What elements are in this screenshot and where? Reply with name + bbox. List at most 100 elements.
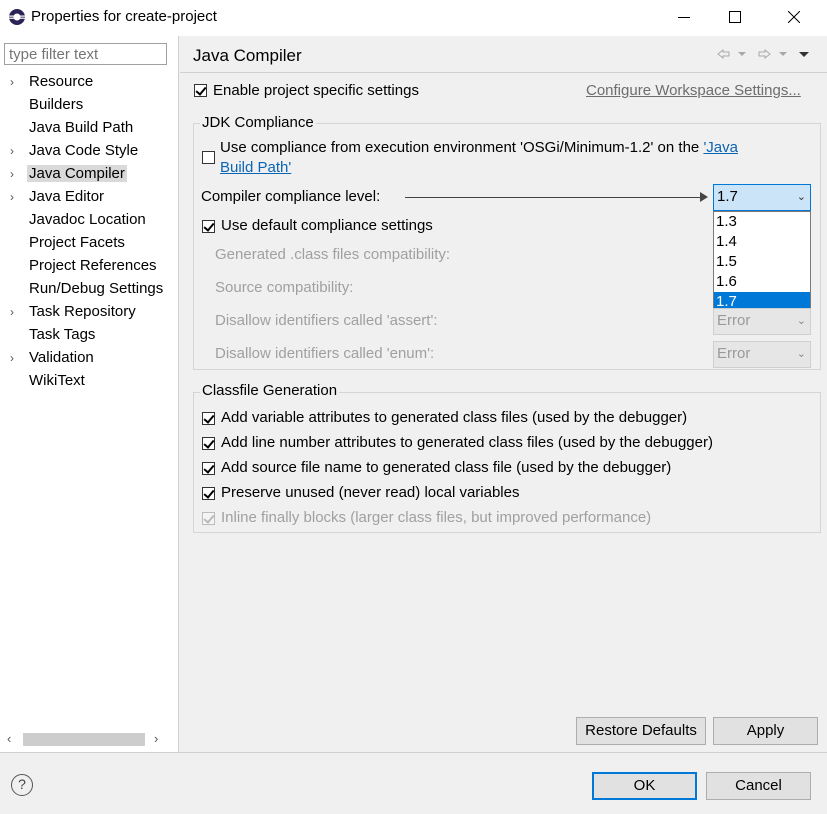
disallow-enum-select[interactable]: Error ⌄ [713,341,811,368]
apply-button[interactable]: Apply [713,717,818,745]
window-title: Properties for create-project [31,8,217,25]
compliance-level-label: Compiler compliance level: [201,188,381,205]
chevron-down-icon: ⌄ [796,315,806,327]
scroll-right-icon[interactable]: › [154,731,158,746]
sidebar-item[interactable]: Java Build Path [0,118,178,141]
use-ee-compliance-label: Use compliance from execution environmen… [220,139,738,156]
configure-workspace-link[interactable]: Configure Workspace Settings... [586,82,801,99]
classfile-option-label: Preserve unused (never read) local varia… [221,484,520,501]
sidebar-item-label: Java Build Path [29,119,134,136]
page-title: Java Compiler [193,46,302,65]
annotation-arrow-head [700,192,708,202]
restore-defaults-button[interactable]: Restore Defaults [576,717,706,745]
sidebar-item[interactable]: › Java Code Style [0,141,178,164]
disallow-assert-label: Disallow identifiers called 'assert': [215,312,438,329]
classfile-option-checkbox[interactable] [202,462,215,475]
sidebar-item-label: Java Code Style [29,142,139,159]
history-nav [716,46,816,66]
compliance-level-value: 1.7 [717,188,738,205]
sidebar-item[interactable]: Javadoc Location [0,210,178,233]
java-build-path-link[interactable]: 'Java [703,139,738,156]
cancel-button[interactable]: Cancel [706,772,811,800]
sidebar-item[interactable]: Project Facets [0,233,178,256]
expand-chevron-icon[interactable]: › [10,190,14,204]
enable-project-settings-label: Enable project specific settings [213,82,419,99]
back-menu-icon [738,52,746,56]
sidebar-item[interactable]: › Resource [0,72,178,95]
sidebar-item-label: Validation [29,349,94,366]
sidebar-item[interactable]: Run/Debug Settings [0,279,178,302]
sidebar-item[interactable]: WikiText [0,371,178,394]
chevron-down-icon: ⌄ [796,191,806,203]
sidebar-item[interactable]: › Java Compiler [0,164,178,187]
compliance-level-dropdown: 1.3 1.4 1.5 1.6 1.7 [713,211,811,312]
classfile-generation-title: Classfile Generation [200,382,340,399]
classfile-option-checkbox[interactable] [202,437,215,450]
close-button[interactable] [770,0,818,34]
use-ee-compliance-checkbox[interactable] [202,151,215,164]
horizontal-scrollbar[interactable]: ‹ › [3,730,167,748]
classfile-option-label: Add source file name to generated class … [221,459,672,476]
sidebar-item[interactable]: › Java Editor [0,187,178,210]
sidebar-item-label: Project References [29,257,157,274]
maximize-button[interactable] [711,0,759,34]
filter-input[interactable] [4,43,167,65]
sidebar-item-label: Resource [29,73,94,90]
view-menu-icon [799,52,809,57]
source-compat-label: Source compatibility: [215,279,354,296]
compliance-option[interactable]: 1.4 [714,232,810,252]
back-icon [717,48,730,60]
sidebar-item-label: Java Compiler [27,165,127,182]
disallow-enum-label: Disallow identifiers called 'enum': [215,345,435,362]
disallow-assert-select[interactable]: Error ⌄ [713,308,811,335]
java-build-path-link-line2[interactable]: Build Path' [220,159,291,176]
eclipse-app-icon [9,9,25,25]
header-separator [180,72,827,73]
sidebar-item-label: Run/Debug Settings [29,280,164,297]
classfile-option-checkbox[interactable] [202,487,215,500]
classfile-option-checkbox [202,512,215,525]
classfile-option-checkbox[interactable] [202,412,215,425]
scroll-left-icon[interactable]: ‹ [7,731,11,746]
footer-separator [0,752,827,753]
sidebar-item-label: Java Editor [29,188,105,205]
help-icon[interactable]: ? [11,774,33,796]
expand-chevron-icon[interactable]: › [10,351,14,365]
expand-chevron-icon[interactable]: › [10,167,14,181]
classfile-option-label: Inline finally blocks (larger class file… [221,509,652,526]
close-icon [788,11,800,23]
title-bar: Properties for create-project [0,0,827,36]
nav-icons [717,48,809,60]
sidebar-item[interactable]: Project References [0,256,178,279]
compliance-option[interactable]: 1.3 [714,212,810,232]
sidebar-item-label: Task Repository [29,303,136,320]
sidebar-item[interactable]: › Task Repository [0,302,178,325]
forward-icon [758,48,771,60]
jdk-compliance-title: JDK Compliance [200,114,316,131]
ok-button[interactable]: OK [592,772,697,800]
use-default-compliance-label: Use default compliance settings [221,217,433,234]
expand-chevron-icon[interactable]: › [10,305,14,319]
scrollbar-thumb[interactable] [23,733,145,746]
sidebar-item-label: Javadoc Location [29,211,146,228]
classfile-option-label: Add line number attributes to generated … [221,434,713,451]
compliance-level-select[interactable]: 1.7 ⌄ [713,184,811,211]
sidebar-item-label: Builders [29,96,84,113]
compliance-option[interactable]: 1.5 [714,252,810,272]
chevron-down-icon: ⌄ [796,348,806,360]
sidebar-item[interactable]: Task Tags [0,325,178,348]
minimize-button[interactable] [660,0,708,34]
expand-chevron-icon[interactable]: › [10,75,14,89]
maximize-icon [729,11,741,23]
use-default-compliance-checkbox[interactable] [202,220,215,233]
sidebar-item-label: Task Tags [29,326,96,343]
sidebar-item[interactable]: Builders [0,95,178,118]
expand-chevron-icon[interactable]: › [10,144,14,158]
sidebar-panel: › Resource Builders Java Build Path › Java Co… [0,36,179,752]
enable-project-settings-checkbox[interactable] [194,84,207,97]
generated-class-label: Generated .class files compatibility: [215,246,451,263]
classfile-option-label: Add variable attributes to generated cla… [221,409,688,426]
sidebar-item[interactable]: › Validation [0,348,178,371]
compliance-option[interactable]: 1.6 [714,272,810,292]
forward-menu-icon [779,52,787,56]
